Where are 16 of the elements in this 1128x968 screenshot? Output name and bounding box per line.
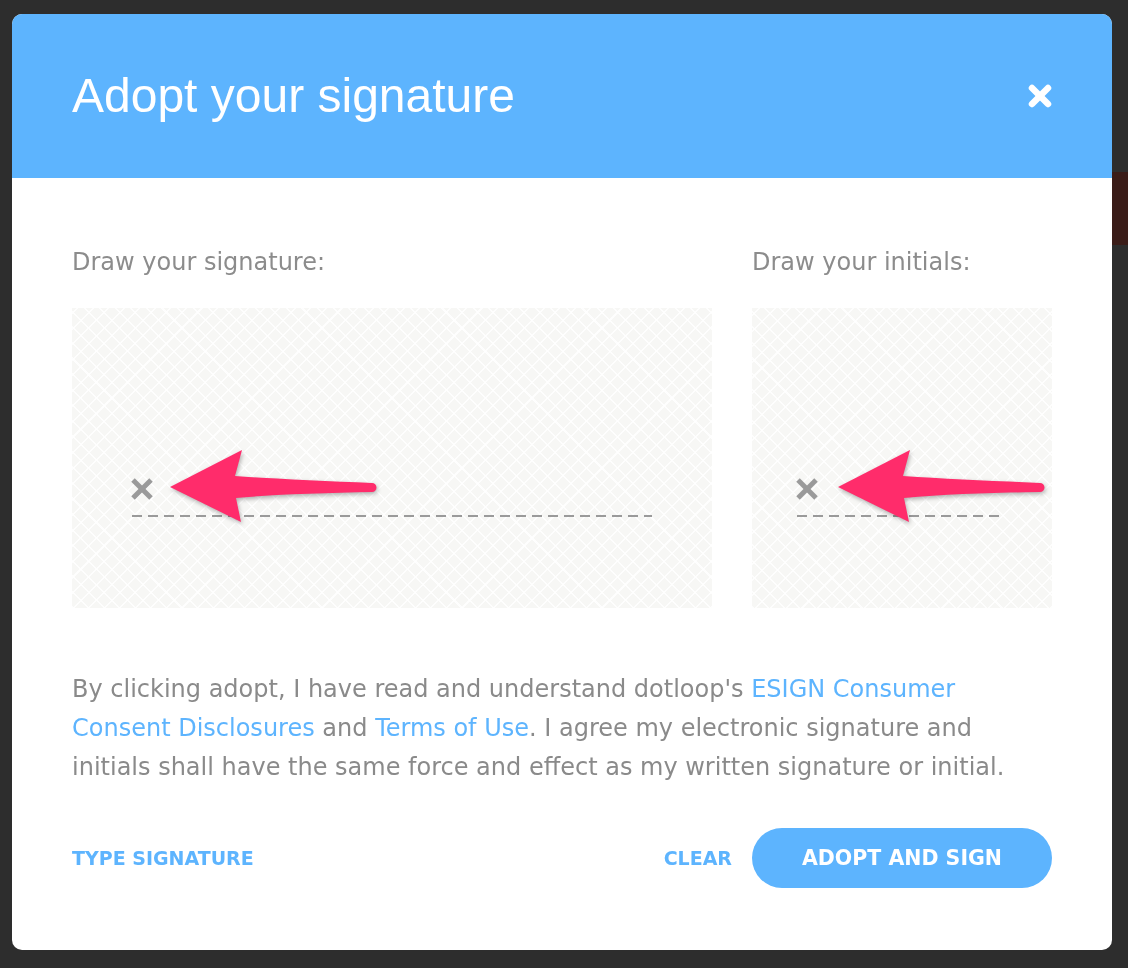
close-icon [1028,84,1052,108]
cross-icon [130,477,154,501]
clear-button[interactable]: CLEAR [663,847,732,869]
dialog-title: Adopt your signature [72,68,515,125]
signature-pad[interactable] [72,308,712,608]
consent-text: By clicking adopt, I have read and understand dotloop's ESIGN Consumer Consent Disclosures and Terms of Use. I agree my electronic signature and initials shall have the same force and effect as my written signature or initial. [72,674,1006,783]
close-button[interactable] [1028,84,1052,108]
consent-link[interactable]: ESIGN Consumer [751,675,956,703]
cross-icon [795,477,819,501]
adopt-button[interactable]: ADOPT AND SIGN [752,828,1052,888]
consent-link[interactable]: Consent Disclosures [72,714,315,742]
pad-label: Draw your initials: [752,247,972,278]
initials-pad[interactable] [752,308,1052,608]
type-signature-button[interactable]: TYPE SIGNATURE [72,847,254,869]
pad-label: Draw your signature: [72,247,327,278]
consent-link[interactable]: Terms of Use [375,714,530,742]
